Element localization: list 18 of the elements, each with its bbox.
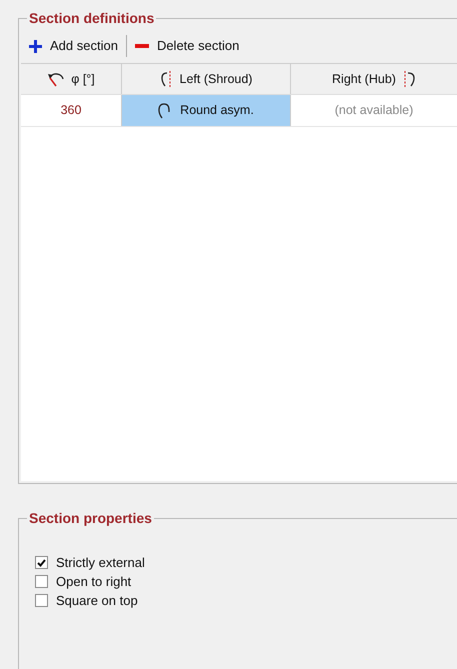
right-profile-icon <box>402 70 416 88</box>
minus-icon <box>134 44 149 48</box>
profile-cell-text: (not available) <box>334 102 414 120</box>
add-section-button[interactable]: Add section <box>25 34 122 58</box>
column-header[interactable]: Right (Hub) <box>291 64 457 94</box>
checkbox-option[interactable]: Open to right <box>35 572 457 591</box>
column-header[interactable]: Left (Shroud) <box>122 64 291 94</box>
checkbox-option[interactable]: Square on top <box>35 591 457 610</box>
rotate-arrow-icon <box>47 71 66 87</box>
column-header[interactable]: φ [°] <box>21 64 122 94</box>
profile-cell[interactable]: Round asym. <box>122 95 291 126</box>
round-profile-icon <box>158 102 170 120</box>
checkbox[interactable] <box>35 594 48 607</box>
delete-section-button[interactable]: Delete section <box>130 34 244 58</box>
plus-icon <box>29 40 42 52</box>
checkbox[interactable] <box>35 556 48 569</box>
checkbox[interactable] <box>35 575 48 588</box>
checkbox-option[interactable]: Strictly external <box>35 553 457 572</box>
